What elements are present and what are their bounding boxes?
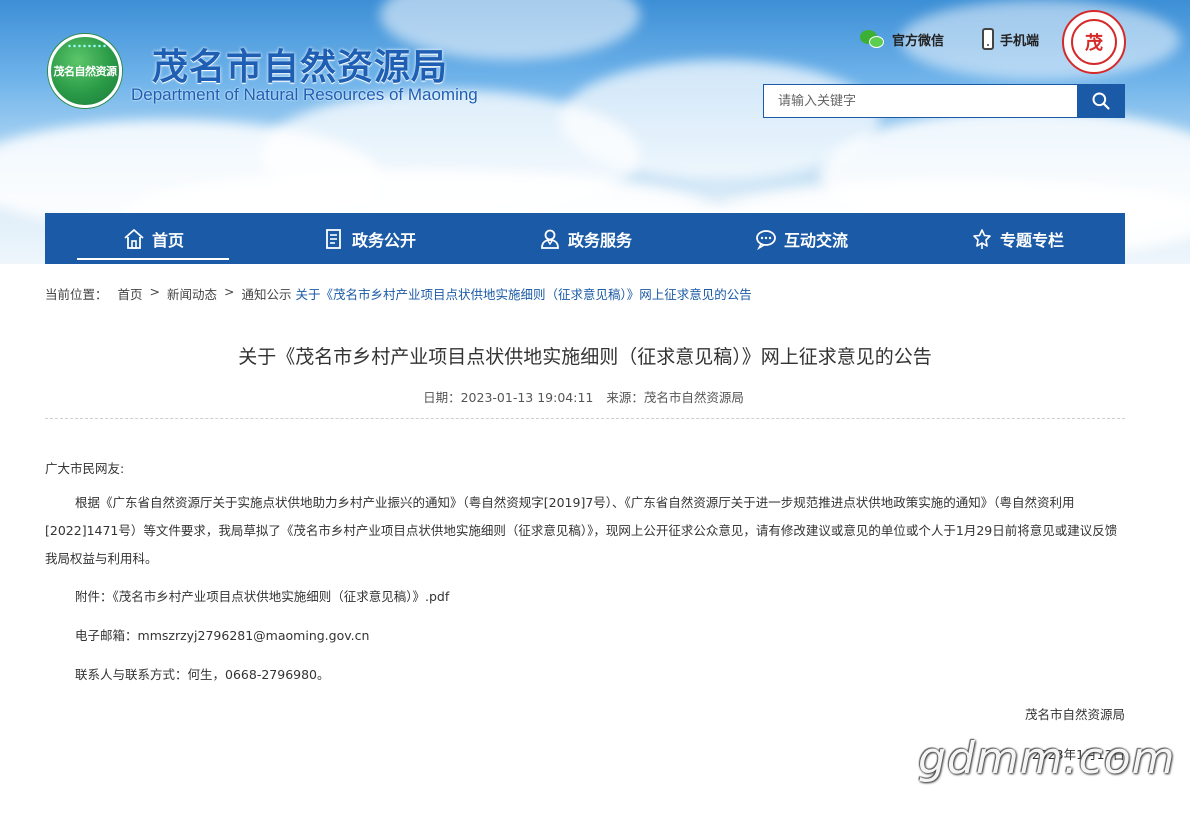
phone-icon (982, 28, 994, 50)
wechat-icon (860, 28, 886, 50)
breadcrumb-news[interactable]: 新闻动态 (167, 284, 217, 303)
breadcrumb-current[interactable]: 关于《茂名市乡村产业项目点状供地实施细则（征求意见稿）》网上征求意见的公告 (296, 284, 752, 303)
attachment-link[interactable]: 《茂名市乡村产业项目点状供地实施细则（征求意见稿）》.pdf (113, 589, 450, 604)
article-content: 广大市民网友: 根据《广东省自然资源厅关于实施点状供地助力乡村产业振兴的通知》（… (45, 455, 1125, 769)
nav-label: 政务公开 (351, 230, 416, 250)
attachment-line: 附件：《茂名市乡村产业项目点状供地实施细则（征求意见稿）》.pdf (45, 583, 1125, 611)
mobile-link[interactable]: 手机端 (982, 28, 1039, 50)
attachment-label: 附件： (75, 589, 113, 604)
breadcrumb-home[interactable]: 首页 (118, 284, 143, 303)
nav-label: 专题专栏 (999, 230, 1064, 250)
source-label: 来源： (606, 390, 644, 405)
nav-item-home[interactable]: 首页 (45, 213, 261, 264)
search-box (763, 84, 1125, 118)
main-nav: 首页 政务公开 政务服务 互动交流 专题专栏 (45, 213, 1125, 264)
contact-label: 联系人与联系方式： (75, 667, 188, 682)
home-icon (124, 228, 144, 249)
nav-label: 政务服务 (567, 230, 632, 250)
article-source: 茂名市自然资源局 (643, 390, 744, 405)
nav-label: 首页 (151, 230, 184, 250)
article-meta: 日期：2023-01-13 19:04:11 来源：茂名市自然资源局 (45, 387, 1125, 406)
nav-item-interaction[interactable]: 互动交流 (693, 213, 909, 264)
breadcrumb-notices[interactable]: 通知公示 (242, 284, 292, 303)
article-paragraph: 根据《广东省自然资源厅关于实施点状供地助力乡村产业振兴的通知》（粤自然资规字[2… (45, 495, 1118, 566)
document-icon (326, 228, 341, 249)
service-person-icon (541, 229, 559, 249)
email-label: 电子邮箱： (75, 628, 138, 643)
contact-info: 何生，0668-2796980。 (187, 667, 330, 682)
nav-label: 互动交流 (783, 230, 848, 250)
wechat-link[interactable]: 官方微信 (860, 28, 944, 50)
search-input[interactable] (763, 84, 1077, 118)
site-title: 茂名市自然资源局 (152, 47, 449, 88)
mobile-label: 手机端 (1000, 33, 1040, 49)
article-greeting: 广大市民网友: (45, 461, 125, 476)
breadcrumb-separator: > (224, 284, 235, 299)
nav-item-topics[interactable]: 专题专栏 (909, 213, 1125, 264)
search-button[interactable] (1077, 84, 1125, 118)
breadcrumb: 当前位置： 首页 > 新闻动态 > 通知公示 关于《茂名市乡村产业项目点状供地实… (45, 284, 752, 303)
wechat-label: 官方微信 (892, 33, 945, 49)
logo-text: 茂名自然资源 (53, 65, 118, 78)
seal-emblem-icon: 茂 (1071, 19, 1117, 65)
article-date: 2023-01-13 19:04:11 (460, 390, 594, 405)
title-divider (45, 418, 1125, 419)
city-seal-logo[interactable]: 茂 (1062, 10, 1126, 74)
site-subtitle: Department of Natural Resources of Maomi… (131, 85, 478, 104)
contact-line: 联系人与联系方式：何生，0668-2796980。 (45, 661, 1125, 689)
breadcrumb-prefix: 当前位置： (45, 287, 108, 302)
topic-icon (973, 228, 991, 249)
watermark: gdmm.com (918, 733, 1176, 784)
email-line: 电子邮箱：mmszrzyj2796281@maoming.gov.cn (45, 622, 1125, 650)
date-label: 日期： (423, 390, 461, 405)
nav-item-gov-services[interactable]: 政务服务 (477, 213, 693, 264)
nav-item-gov-affairs[interactable]: 政务公开 (261, 213, 477, 264)
article-title: 关于《茂名市乡村产业项目点状供地实施细则（征求意见稿）》网上征求意见的公告 (238, 346, 932, 368)
email-address[interactable]: mmszrzyj2796281@maoming.gov.cn (138, 628, 370, 643)
breadcrumb-separator: > (149, 284, 161, 299)
article-signature: 茂名市自然资源局 (1024, 707, 1125, 722)
search-icon (1092, 92, 1110, 110)
chat-icon (756, 229, 776, 250)
site-logo[interactable]: 茂名自然资源 (48, 34, 122, 108)
